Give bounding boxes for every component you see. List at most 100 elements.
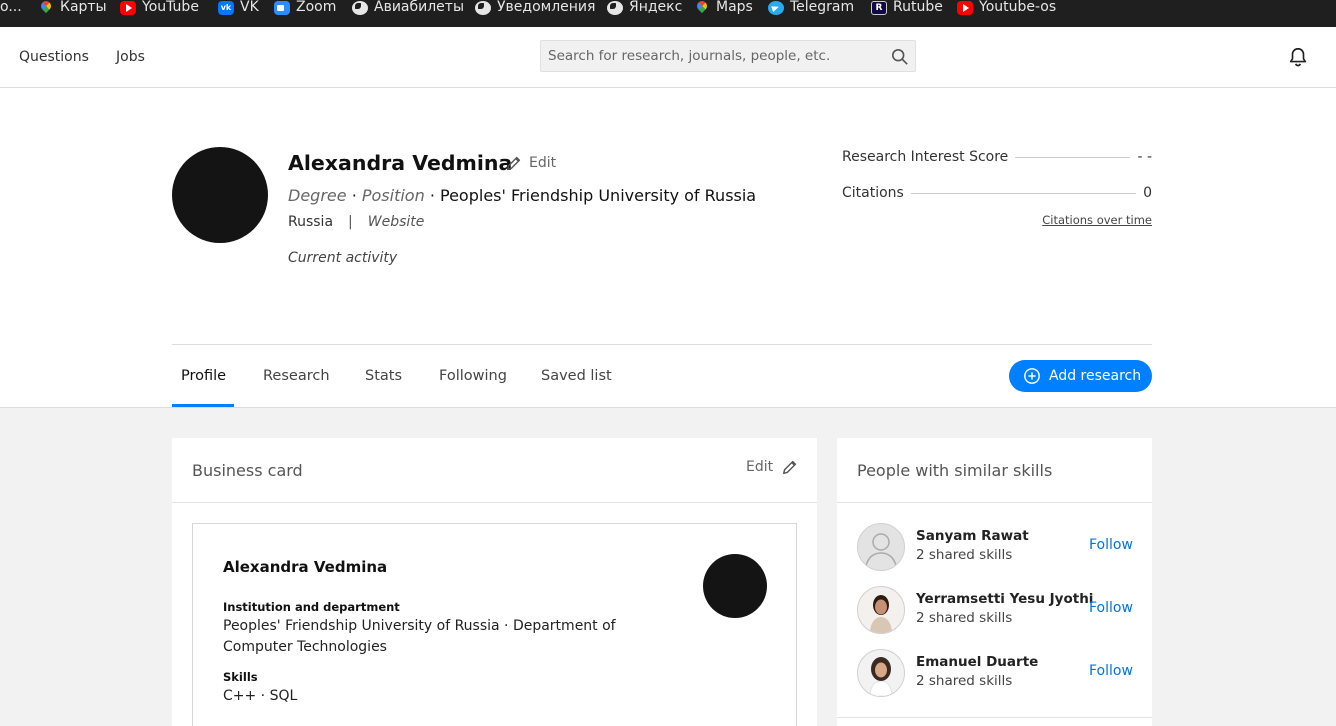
bookmark-uvedomleniya[interactable]: Уведомления (475, 0, 595, 15)
business-card-panel: Business card Edit Alexandra Vedmina Ins… (172, 438, 817, 726)
search-box (540, 40, 916, 72)
edit-label: Edit (746, 459, 774, 475)
maps-icon (38, 1, 54, 15)
ris-value: - - (1137, 149, 1152, 165)
person-name[interactable]: Yerramsetti Yesu Jyothi (916, 591, 1093, 607)
add-research-button[interactable]: Add research (1009, 360, 1152, 392)
current-activity-link[interactable]: Current activity (288, 250, 397, 266)
list-item: Sanyam Rawat 2 shared skills Follow (857, 523, 1142, 571)
citations-stat: Citations 0 (842, 185, 1152, 201)
rutube-icon: R (871, 0, 887, 15)
tab-saved-list[interactable]: Saved list (541, 368, 612, 384)
maps-icon (694, 1, 710, 15)
tab-following[interactable]: Following (439, 368, 507, 384)
divider: | (348, 214, 353, 230)
list-item: Emanuel Duarte 2 shared skills Follow (857, 649, 1142, 697)
separator-dot: · (351, 186, 362, 205)
edit-business-card-button[interactable]: Edit (746, 458, 799, 476)
avatar[interactable] (857, 586, 905, 634)
bookmark-vk[interactable]: vk VK (218, 0, 259, 15)
similar-skills-panel: People with similar skills Sanyam Rawat … (837, 438, 1152, 726)
bookmark-telegram[interactable]: Telegram (768, 0, 854, 15)
shared-skills: 2 shared skills (916, 610, 1013, 626)
institution-link[interactable]: Peoples' Friendship University of Russia (440, 186, 756, 205)
search-input[interactable] (541, 41, 871, 71)
bookmark-rutube[interactable]: R Rutube (871, 0, 943, 15)
skills-label: Skills (223, 670, 258, 684)
separator-dot: · (429, 186, 440, 205)
follow-button[interactable]: Follow (1089, 600, 1133, 616)
bookmark-label: Яндекс (629, 0, 683, 15)
youtube-icon (957, 0, 973, 15)
nav-questions[interactable]: Questions (19, 49, 89, 65)
person-photo (870, 595, 892, 633)
business-card-avatar (703, 554, 767, 618)
profile-location: Russia | Website (288, 214, 424, 230)
bookmark-aviabilety[interactable]: Авиабилеты (352, 0, 464, 15)
search-icon[interactable] (891, 48, 909, 66)
divider (172, 344, 1152, 345)
nav-jobs[interactable]: Jobs (116, 49, 145, 65)
tab-research[interactable]: Research (263, 368, 330, 384)
profile-affiliation: Degree · Position · Peoples' Friendship … (288, 186, 756, 205)
bookmark-label: Карты (60, 0, 107, 15)
skills-value: C++ · SQL (223, 688, 298, 704)
bookmark-label: o... (0, 0, 22, 15)
panel-header: Business card Edit (172, 438, 817, 503)
bookmark-maps[interactable]: Maps (694, 0, 753, 15)
user-placeholder-icon (865, 533, 897, 567)
research-interest-score: Research Interest Score - - (842, 149, 1152, 165)
add-research-label: Add research (1049, 368, 1142, 384)
bookmark-label: Rutube (893, 0, 943, 15)
business-card-name: Alexandra Vedmina (223, 558, 388, 576)
edit-profile-button[interactable]: Edit (505, 154, 556, 172)
youtube-icon (120, 0, 136, 15)
institution-label: Institution and department (223, 600, 400, 614)
bookmark-youtube-os[interactable]: Youtube-os (957, 0, 1056, 15)
vk-icon: vk (218, 0, 234, 15)
pencil-icon (783, 460, 797, 475)
bookmark-karty[interactable]: Карты (38, 0, 107, 15)
telegram-icon (768, 0, 784, 15)
bookmark-label: YouTube (142, 0, 199, 15)
country-label: Russia (288, 214, 334, 230)
bell-icon[interactable] (1287, 46, 1309, 68)
website-link[interactable]: Website (368, 214, 425, 230)
dotted-leader (1015, 156, 1131, 158)
edit-label: Edit (529, 155, 557, 171)
profile-avatar[interactable] (172, 147, 268, 243)
shared-skills: 2 shared skills (916, 547, 1013, 563)
pencil-icon (506, 156, 521, 171)
citations-over-time-link[interactable]: Citations over time (1000, 213, 1152, 227)
position-link[interactable]: Position (362, 186, 425, 205)
bookmark-yandex[interactable]: Яндекс (607, 0, 682, 15)
top-nav: Questions Jobs (0, 27, 1336, 88)
dotted-leader (910, 192, 1137, 194)
bookmark-label: Zoom (296, 0, 337, 15)
tab-stats[interactable]: Stats (365, 368, 402, 384)
person-name[interactable]: Sanyam Rawat (916, 528, 1029, 544)
divider (837, 717, 1152, 718)
bookmark-label: Maps (716, 0, 753, 15)
bookmark-youtube[interactable]: YouTube (120, 0, 199, 15)
bookmark-truncated[interactable]: o... (0, 0, 22, 15)
bookmark-label: Авиабилеты (374, 0, 465, 15)
plus-circle-icon (1024, 368, 1040, 384)
bookmark-label: Youtube-os (979, 0, 1057, 15)
bookmark-zoom[interactable]: Zoom (274, 0, 336, 15)
bookmark-label: Telegram (790, 0, 855, 15)
institution-value: Peoples' Friendship University of Russia… (223, 618, 616, 655)
panel-header: People with similar skills (837, 438, 1152, 503)
tab-profile[interactable]: Profile (181, 368, 226, 384)
follow-button[interactable]: Follow (1089, 537, 1133, 553)
list-item: Yerramsetti Yesu Jyothi 2 shared skills … (857, 586, 1142, 634)
follow-button[interactable]: Follow (1089, 663, 1133, 679)
degree-link[interactable]: Degree (288, 186, 347, 205)
bookmark-label: VK (240, 0, 259, 15)
avatar[interactable] (857, 649, 905, 697)
person-name[interactable]: Emanuel Duarte (916, 654, 1038, 670)
avatar[interactable] (857, 523, 905, 571)
citations-value: 0 (1143, 185, 1152, 201)
globe-icon (607, 0, 623, 15)
business-card-title: Business card (192, 461, 303, 480)
